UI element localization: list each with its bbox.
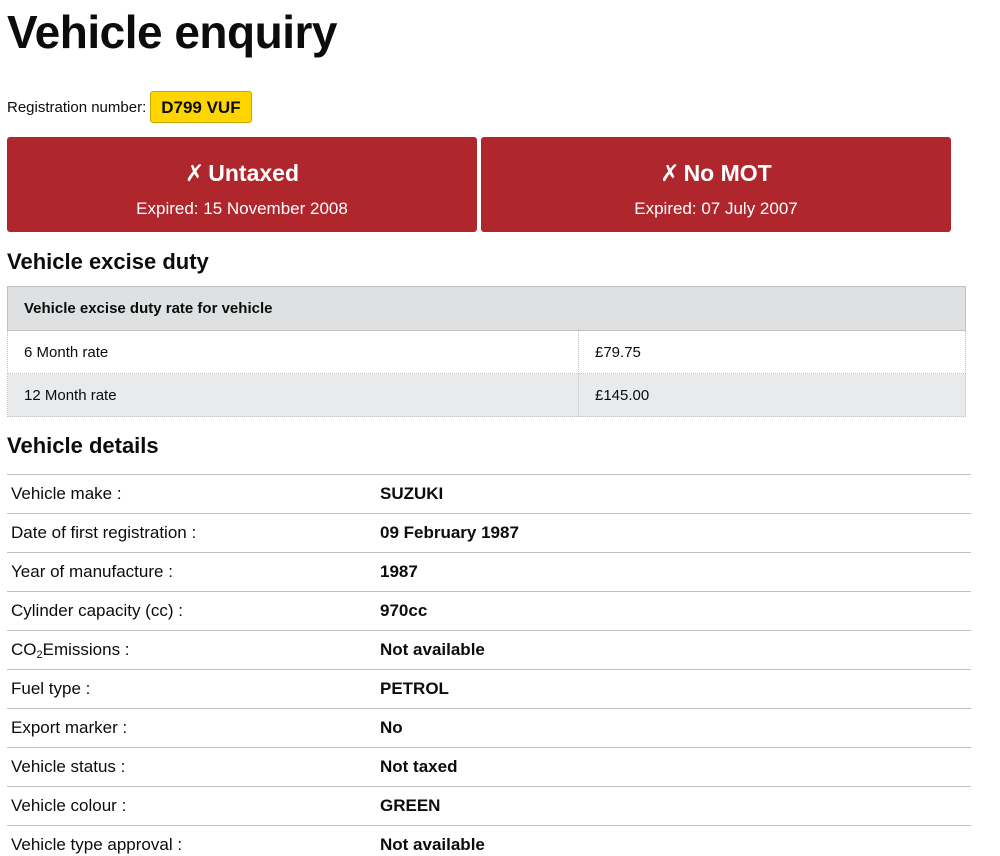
tax-status-card: ✗ Untaxed Expired: 15 November 2008 [7, 137, 477, 232]
detail-label: Year of manufacture : [7, 552, 372, 592]
cross-icon: ✗ [660, 160, 680, 186]
detail-label: Export marker : [7, 708, 372, 748]
rate-value: £79.75 [578, 330, 966, 374]
excise-duty-table-header: Vehicle excise duty rate for vehicle [7, 286, 966, 331]
table-row: Fuel type : PETROL [7, 669, 971, 709]
detail-value: Not available [372, 630, 971, 670]
excise-duty-table: Vehicle excise duty rate for vehicle 6 M… [7, 286, 966, 417]
detail-label: Fuel type : [7, 669, 372, 709]
vehicle-details-table: Vehicle make : SUZUKI Date of first regi… [7, 474, 971, 856]
co2-suffix: Emissions : [42, 639, 130, 659]
table-row: Vehicle status : Not taxed [7, 747, 971, 787]
excise-duty-header-row: Vehicle excise duty rate for vehicle [7, 286, 966, 331]
detail-value: Not available [372, 825, 971, 856]
detail-value: Not taxed [372, 747, 971, 787]
detail-value: SUZUKI [372, 474, 971, 514]
table-row: Vehicle make : SUZUKI [7, 474, 971, 514]
detail-value: GREEN [372, 786, 971, 826]
page-title: Vehicle enquiry [7, 6, 337, 58]
mot-expiry-text: Expired: 07 July 2007 [634, 199, 798, 218]
tax-status-text: Untaxed [208, 160, 300, 186]
table-row: Date of first registration : 09 February… [7, 513, 971, 553]
detail-label: Vehicle make : [7, 474, 372, 514]
registration-label: Registration number: [7, 98, 147, 116]
rate-name: 6 Month rate [7, 330, 579, 374]
registration-plate: D799 VUF [150, 91, 252, 123]
detail-value: 970cc [372, 591, 971, 631]
cross-icon: ✗ [184, 160, 205, 186]
vehicle-enquiry-page: Vehicle enquiry Registration number: D79… [0, 0, 1000, 856]
table-row: 6 Month rate £79.75 [7, 330, 966, 374]
rate-name: 12 Month rate [7, 373, 579, 417]
mot-status-text: No MOT [683, 160, 772, 186]
detail-value: 1987 [372, 552, 971, 592]
table-row: Vehicle colour : GREEN [7, 786, 971, 826]
detail-label: Vehicle colour : [7, 786, 372, 826]
detail-value: 09 February 1987 [372, 513, 971, 553]
table-row: Export marker : No [7, 708, 971, 748]
co2-prefix: CO [11, 639, 37, 659]
detail-label: CO2Emissions : [7, 630, 372, 670]
tax-expiry-text: Expired: 15 November 2008 [136, 199, 348, 218]
table-row: Year of manufacture : 1987 [7, 552, 971, 592]
detail-value: No [372, 708, 971, 748]
table-row: Cylinder capacity (cc) : 970cc [7, 591, 971, 631]
table-row: 12 Month rate £145.00 [7, 373, 966, 417]
status-cards: ✗ Untaxed Expired: 15 November 2008 ✗ No M… [7, 137, 951, 232]
rate-value: £145.00 [578, 373, 966, 417]
mot-status-card: ✗ No MOT Expired: 07 July 2007 [481, 137, 951, 232]
registration-row: Registration number: D799 VUF [7, 90, 1000, 124]
table-row: Vehicle type approval : Not available [7, 825, 971, 856]
detail-label: Vehicle status : [7, 747, 372, 787]
detail-label: Cylinder capacity (cc) : [7, 591, 372, 631]
vehicle-details-heading: Vehicle details [7, 433, 159, 458]
mot-status-heading: ✗ No MOT [481, 159, 951, 187]
tax-status-heading: ✗ Untaxed [7, 159, 477, 187]
table-row: CO2Emissions : Not available [7, 630, 971, 670]
detail-value: PETROL [372, 669, 971, 709]
excise-duty-heading: Vehicle excise duty [7, 249, 209, 274]
detail-label: Vehicle type approval : [7, 825, 372, 856]
detail-label: Date of first registration : [7, 513, 372, 553]
